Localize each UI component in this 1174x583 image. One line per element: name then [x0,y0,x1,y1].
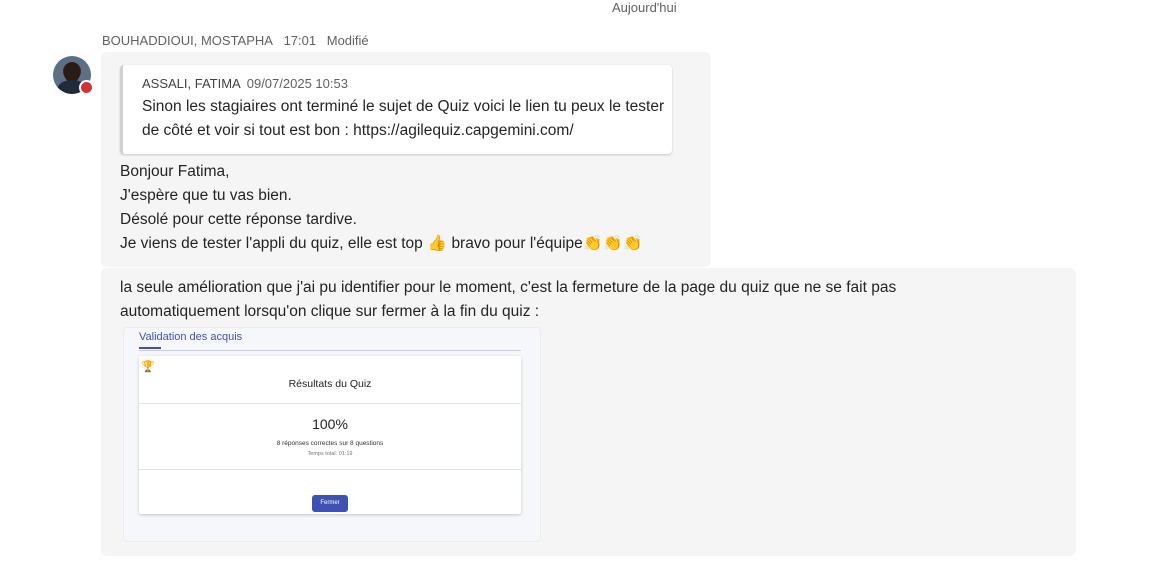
quoted-message[interactable]: ASSALI, FATIMA 09/07/2025 10:53 Sinon les… [120,65,672,154]
avatar-head [64,62,80,82]
message-line-text: Je viens de tester l'appli du quiz, elle… [120,235,423,252]
message-line: Je viens de tester l'appli du quiz, elle… [120,232,643,256]
screenshot-tab: Validation des acquis [139,331,243,343]
message-time: 17:01 [283,33,317,48]
message-line: Bonjour Fatima, [120,163,230,180]
attached-screenshot[interactable]: Validation des acquis 🏆 Résultats du Qui… [123,327,541,542]
quote-text: Sinon les stagiaires ont terminé le suje… [142,98,665,139]
tab-underline [139,347,161,349]
clapping-hands-icon: 👏 [583,235,603,252]
edited-label: Modifié [326,33,369,48]
screenshot-title: Résultats du Quiz [288,378,372,390]
screenshot-results-card: 🏆 Résultats du Quiz 100% 8 réponses corr… [139,356,521,514]
message-line: Désolé pour cette réponse tardive. [120,211,357,228]
presence-busy-icon [79,80,94,95]
divider [139,469,521,470]
message-line-suffix: bravo pour l'équipe [451,235,583,252]
screenshot-total-time: Temps total: 01:19 [307,451,353,457]
screenshot-score: 100% [312,416,348,432]
date-divider: Aujourd'hui [0,0,1174,18]
divider [139,403,521,404]
screenshot-correct-count: 8 réponses correctes sur 8 questions [276,440,384,447]
message-1-body: Bonjour Fatima, J'espère que tu vas bien… [120,160,643,256]
message-header: BOUHADDIOUI, MOSTAPHA 17:01 Modifié [102,33,376,48]
screenshot-close-button: Fermer [312,495,348,512]
trophy-icon: 🏆 [141,361,155,373]
screenshot-tabbar: Validation des acquis [139,328,521,351]
quote-author: ASSALI, FATIMA [142,76,241,91]
quote-timestamp: 09/07/2025 10:53 [246,76,348,91]
message-line: J'espère que tu vas bien. [120,187,292,204]
clapping-hands-icon: 👏 [603,235,623,252]
quote-header: ASSALI, FATIMA 09/07/2025 10:53 [142,76,348,91]
thumbs-up-icon: 👍 [427,235,447,252]
message-2-body: la seule amélioration que j'ai pu identi… [120,279,897,320]
date-divider-label: Aujourd'hui [612,0,677,15]
clapping-hands-icon: 👏 [623,235,643,252]
author-name[interactable]: BOUHADDIOUI, MOSTAPHA [102,33,273,48]
